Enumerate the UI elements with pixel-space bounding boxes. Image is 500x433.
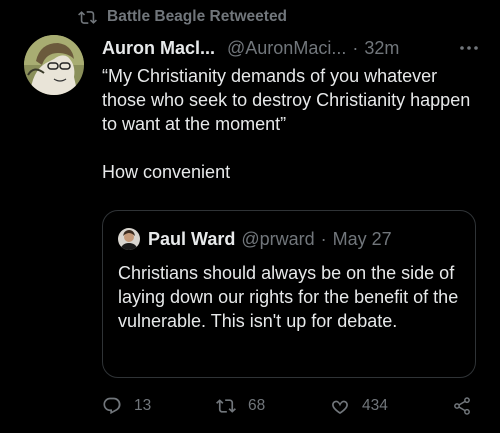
quote-separator: · — [320, 228, 327, 249]
quoted-tweet[interactable]: Paul Ward @prward · May 27 Christians sh… — [102, 210, 476, 378]
author-avatar[interactable] — [24, 35, 84, 95]
retweet-icon — [216, 399, 236, 413]
like-button[interactable]: 434 — [330, 396, 388, 416]
quote-date: May 27 — [332, 228, 392, 249]
tweet-actions: 13 68 434 — [100, 396, 480, 420]
reply-button[interactable]: 13 — [102, 396, 151, 416]
tweet-header: Auron Macl... @AuronMaci... · 32m — [102, 36, 480, 60]
share-icon — [454, 397, 470, 415]
author-name[interactable]: Auron Macl... — [102, 38, 215, 59]
retweet-label: Battle Beagle Retweeted — [107, 8, 288, 25]
retweet-button[interactable]: 68 — [216, 396, 265, 416]
reply-count: 13 — [134, 397, 152, 414]
reply-icon — [103, 397, 121, 415]
retweet-icon — [78, 10, 97, 24]
quote-author-handle: @prward — [241, 228, 315, 249]
tweet-text: “My Christianity demands of you whatever… — [102, 66, 471, 182]
quote-header: Paul Ward @prward · May 27 — [118, 227, 392, 251]
separator-dot: · — [352, 37, 359, 58]
retweet-context[interactable]: Battle Beagle Retweeted — [78, 6, 287, 28]
quote-text: Christians should always be on the side … — [118, 263, 459, 331]
share-button[interactable] — [452, 396, 472, 416]
author-handle[interactable]: @AuronMaci... — [227, 38, 346, 59]
more-options-icon[interactable] — [458, 40, 480, 56]
like-count: 434 — [362, 397, 388, 414]
quote-author-avatar — [118, 228, 140, 250]
tweet-time[interactable]: 32m — [364, 38, 399, 59]
quote-author-name: Paul Ward — [148, 228, 236, 249]
retweet-count: 68 — [248, 397, 266, 414]
heart-icon — [332, 400, 348, 415]
